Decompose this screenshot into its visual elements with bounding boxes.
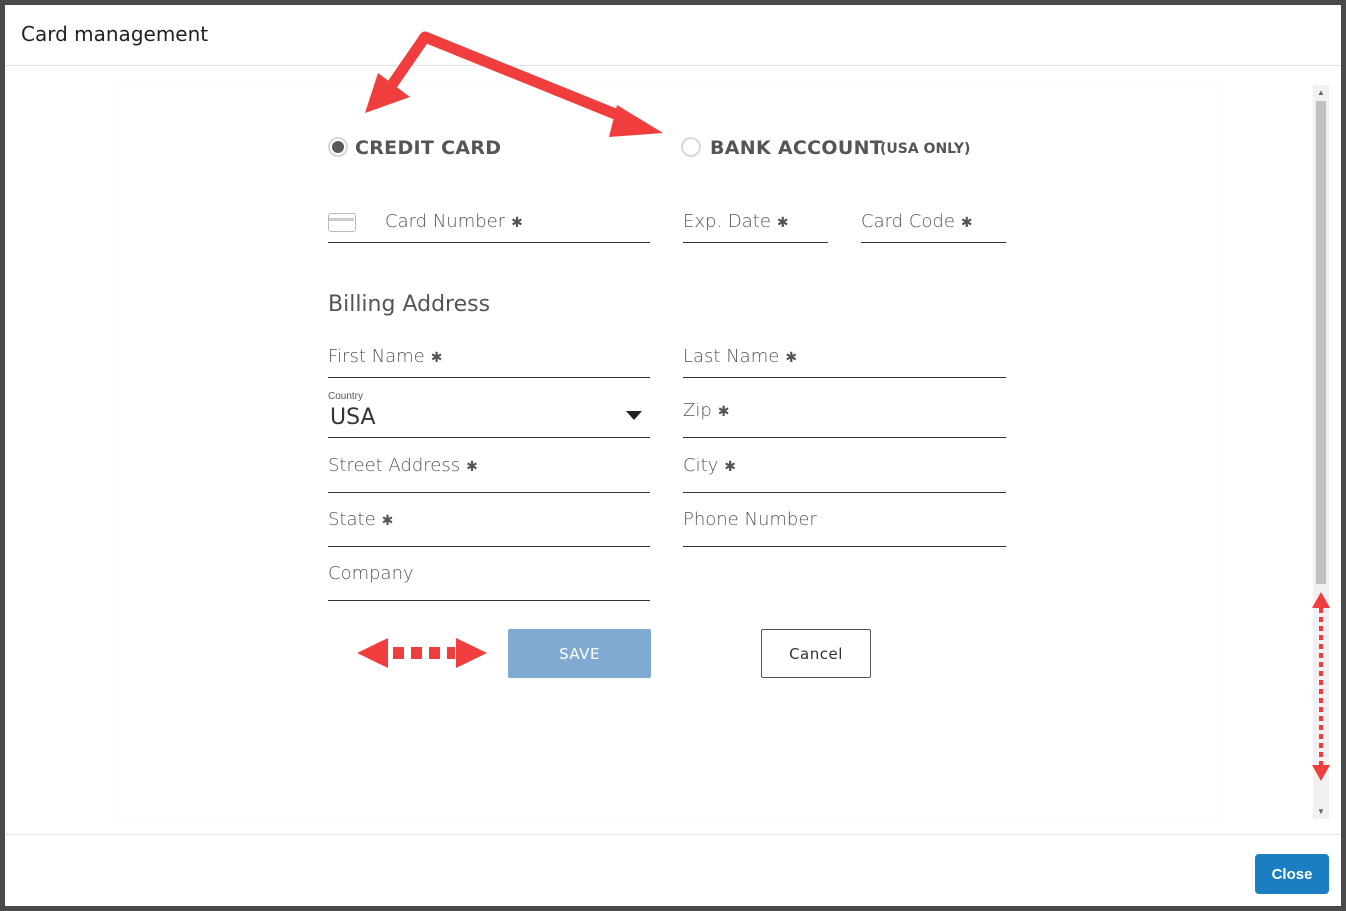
dialog-title: Card management (21, 22, 209, 46)
city-label: City (683, 455, 719, 476)
exp-date-field[interactable]: Exp. Date ✱ (683, 203, 828, 243)
state-label: State (328, 509, 376, 530)
card-code-field[interactable]: Card Code ✱ (861, 203, 1006, 243)
zip-field[interactable]: Zip ✱ (683, 392, 1006, 438)
city-field[interactable]: City ✱ (683, 447, 1006, 493)
company-label: Company (328, 563, 414, 584)
dropdown-caret-icon (626, 411, 642, 420)
required-icon: ✱ (724, 459, 737, 475)
country-value: USA (330, 405, 376, 430)
last-name-label: Last Name (683, 346, 780, 367)
scroll-thumb[interactable] (1316, 101, 1326, 584)
state-field[interactable]: State ✱ (328, 501, 650, 547)
usa-only-note: (USA ONLY) (880, 141, 971, 157)
close-button[interactable]: Close (1255, 854, 1329, 894)
cancel-button[interactable]: Cancel (761, 629, 871, 678)
last-name-field[interactable]: Last Name ✱ (683, 338, 1006, 378)
exp-date-label: Exp. Date (683, 211, 771, 232)
payment-form-frame (115, 85, 1219, 819)
card-management-dialog: Card management CREDIT CARD BANK ACCOUNT… (5, 5, 1341, 906)
scroll-down-arrow-icon[interactable]: ▼ (1317, 807, 1325, 816)
card-code-label: Card Code (861, 211, 955, 232)
phone-number-label: Phone Number (683, 509, 817, 530)
zip-label: Zip (683, 400, 712, 421)
save-button[interactable]: SAVE (508, 629, 651, 678)
required-icon: ✱ (511, 215, 523, 231)
country-label: Country (328, 391, 364, 402)
first-name-field[interactable]: First Name ✱ (328, 338, 650, 378)
card-number-label: Card Number (385, 211, 506, 232)
country-select[interactable]: Country USA (328, 389, 650, 438)
bank-account-radio[interactable] (681, 137, 701, 157)
first-name-label: First Name (328, 346, 425, 367)
dialog-header: Card management (5, 5, 1341, 66)
required-icon: ✱ (381, 513, 394, 529)
credit-card-radio[interactable] (328, 137, 348, 157)
street-address-field[interactable]: Street Address ✱ (328, 447, 650, 493)
vertical-scrollbar[interactable]: ▲ ▼ (1313, 85, 1329, 819)
required-icon: ✱ (785, 350, 798, 366)
billing-address-title: Billing Address (328, 292, 491, 317)
required-icon: ✱ (466, 459, 478, 475)
required-icon: ✱ (776, 215, 789, 231)
credit-card-icon (328, 213, 356, 232)
credit-card-label[interactable]: CREDIT CARD (355, 137, 501, 159)
bank-account-label[interactable]: BANK ACCOUNT (710, 137, 883, 159)
phone-number-field[interactable]: Phone Number (683, 501, 1006, 547)
required-icon: ✱ (430, 350, 443, 366)
card-number-field[interactable]: Card Number ✱ (328, 203, 650, 243)
dialog-footer: Close (5, 834, 1341, 906)
company-field[interactable]: Company (328, 555, 650, 601)
scroll-up-arrow-icon[interactable]: ▲ (1317, 88, 1325, 97)
required-icon: ✱ (960, 215, 973, 231)
street-address-label: Street Address (328, 455, 461, 476)
required-icon: ✱ (717, 404, 730, 420)
